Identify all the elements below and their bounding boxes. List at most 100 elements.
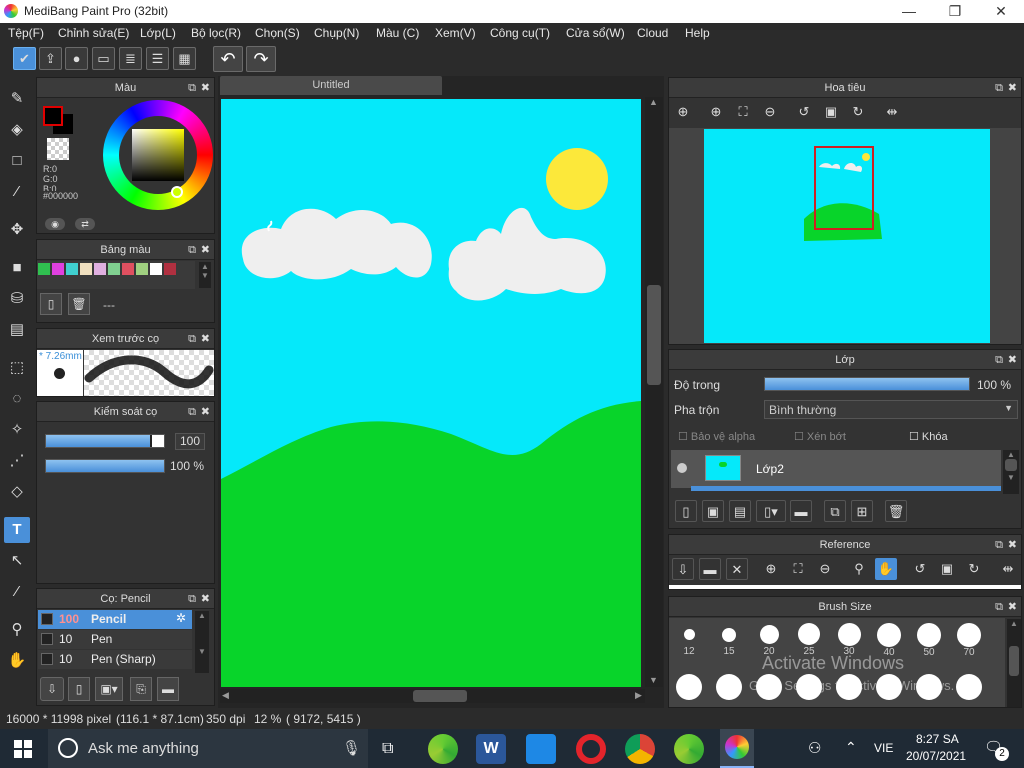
flip-icon[interactable]: ⇹	[881, 101, 903, 123]
vertical-scroll-thumb[interactable]	[647, 285, 661, 385]
windows-start-icon[interactable]	[14, 740, 32, 758]
eye-icon[interactable]	[677, 463, 687, 473]
new-halftone-layer-icon[interactable]: ▣	[702, 500, 724, 522]
brush-size-option[interactable]: 70	[951, 623, 987, 658]
eyedropper-tool-icon[interactable]: ⚲	[4, 617, 30, 643]
brush-size-option[interactable]: 15	[711, 623, 747, 657]
brush-item-pen-sharp[interactable]: 10 Pen (Sharp)	[38, 650, 192, 669]
rotate-left-icon[interactable]: ↺	[793, 101, 815, 123]
fit-icon[interactable]: ⛶	[787, 558, 809, 580]
magic-wand-tool-icon[interactable]: ✧	[4, 417, 30, 443]
brush-size-option[interactable]: 12	[671, 623, 707, 657]
gear-icon[interactable]: ✲	[176, 611, 186, 625]
brush-size-slider[interactable]	[45, 434, 165, 448]
palette-swatch[interactable]	[80, 263, 92, 275]
tab-untitled[interactable]: Untitled	[220, 76, 442, 95]
select-pen-tool-icon[interactable]: ⋰	[4, 448, 30, 474]
brush-tool-icon[interactable]: ✎	[4, 86, 30, 112]
clock-date[interactable]: 20/07/2021	[906, 749, 966, 763]
palette-swatch[interactable]	[52, 263, 64, 275]
menu-filter[interactable]: Bộ lọc(R)	[191, 26, 241, 40]
operation-tool-icon[interactable]: ↖	[4, 548, 30, 574]
actual-size-icon[interactable]: ▣	[936, 558, 958, 580]
brush-item-pencil[interactable]: 100 Pencil ✲	[38, 610, 192, 629]
cloud-download-icon[interactable]: ⇩	[672, 558, 694, 580]
list-icon[interactable]: ☰	[146, 47, 169, 70]
primary-color-swatch[interactable]	[43, 106, 63, 126]
menu-window[interactable]: Cửa sổ(W)	[566, 26, 625, 40]
palette-swatch[interactable]	[108, 263, 120, 275]
redo-button[interactable]: ↷	[246, 46, 276, 72]
actual-size-icon[interactable]: ▣	[820, 101, 842, 123]
drawing-canvas[interactable]	[221, 99, 641, 687]
popout-icon[interactable]: ⧉	[995, 535, 1003, 555]
lock-checkbox[interactable]: ☐ Khóa	[909, 430, 948, 443]
brush-size-input[interactable]: 100	[175, 433, 205, 450]
move-tool-icon[interactable]: ✥	[4, 217, 30, 243]
zoom-in-2-icon[interactable]: ⊕	[705, 101, 727, 123]
select-rect-tool-icon[interactable]: ⬚	[4, 355, 30, 381]
input-language[interactable]: VIE	[874, 741, 893, 755]
maximize-button[interactable]: ❐	[932, 0, 978, 23]
close-icon[interactable]: ✖	[201, 402, 210, 422]
microphone-icon[interactable]: 🎙	[342, 739, 361, 757]
folder-icon[interactable]: ▬	[790, 500, 812, 522]
menu-layer[interactable]: Lớp(L)	[140, 26, 176, 40]
rotate-left-icon[interactable]: ↺	[909, 558, 931, 580]
rotate-right-icon[interactable]: ↻	[847, 101, 869, 123]
select-eraser-tool-icon[interactable]: ◇	[4, 479, 30, 505]
people-icon[interactable]: ⚇	[808, 739, 821, 757]
eyedropper-icon[interactable]: ◉	[45, 218, 65, 230]
rotate-right-icon[interactable]: ↻	[963, 558, 985, 580]
remote-desktop-icon[interactable]	[526, 734, 556, 764]
blend-mode-select[interactable]: Bình thường ▼	[764, 400, 1018, 419]
brush-settings-icon[interactable]: ⎘	[130, 677, 152, 701]
layer-scrollbar[interactable]: ▲ ▼	[1003, 450, 1019, 494]
close-reference-icon[interactable]: ✕	[726, 558, 748, 580]
horizontal-scroll-thumb[interactable]	[413, 690, 467, 702]
chevron-up-icon[interactable]: ⌃	[845, 739, 857, 756]
add-layer-dropdown-icon[interactable]: ▯▾	[756, 500, 786, 522]
menu-file[interactable]: Tệp(F)	[8, 26, 44, 40]
menu-select[interactable]: Chọn(S)	[255, 26, 300, 40]
zoom-out-icon[interactable]: ⊖	[814, 558, 836, 580]
popout-icon[interactable]: ⧉	[188, 402, 196, 422]
menu-edit[interactable]: Chỉnh sửa(E)	[58, 26, 129, 40]
gradient-tool-icon[interactable]: ▤	[4, 317, 30, 343]
saturation-square[interactable]	[132, 129, 184, 181]
canvas-horizontal-scrollbar[interactable]: ◀ ▶	[220, 689, 645, 703]
brush-size-scrollbar[interactable]: ▲	[1007, 619, 1021, 707]
palette-swatch[interactable]	[66, 263, 78, 275]
brush-size-option[interactable]	[711, 674, 747, 700]
popout-icon[interactable]: ⧉	[188, 78, 196, 98]
close-button[interactable]: ✕	[978, 0, 1024, 23]
popout-icon[interactable]: ⧉	[188, 589, 196, 609]
swap-icon[interactable]: ⇄	[75, 218, 95, 230]
brush-size-option[interactable]: 20	[751, 623, 787, 657]
clock-time[interactable]: 8:27 SA	[916, 732, 959, 746]
frame-divide-tool-icon[interactable]: ⁄	[4, 579, 30, 605]
hue-handle[interactable]	[171, 186, 183, 198]
close-icon[interactable]: ✖	[1008, 535, 1017, 555]
brush-size-option[interactable]	[951, 674, 987, 700]
new-layer-icon[interactable]: ▯	[675, 500, 697, 522]
brush-size-option[interactable]: 50	[911, 623, 947, 658]
brush-size-option[interactable]: 25	[791, 623, 827, 657]
eraser-tool-icon[interactable]: ◈	[4, 117, 30, 143]
opera-icon[interactable]	[576, 734, 606, 764]
brush-list-scrollbar[interactable]: ▲ ▼	[195, 611, 209, 673]
new-1bit-layer-icon[interactable]: ▤	[729, 500, 751, 522]
layout-icon[interactable]: ▦	[173, 47, 196, 70]
duplicate-layer-icon[interactable]: ⧉	[824, 500, 846, 522]
word-icon[interactable]: W	[476, 734, 506, 764]
close-icon[interactable]: ✖	[201, 240, 210, 260]
close-icon[interactable]: ✖	[201, 329, 210, 349]
eyedropper-icon[interactable]: ⚲	[848, 558, 870, 580]
brush-opacity-slider[interactable]	[45, 459, 165, 473]
zoom-in-icon[interactable]: ⊕	[760, 558, 782, 580]
palette-swatch[interactable]	[94, 263, 106, 275]
hue-ring[interactable]	[103, 100, 213, 210]
cloud-download-icon[interactable]: ⇩	[40, 677, 64, 701]
medibang-alt-icon[interactable]	[674, 734, 704, 764]
transparent-swatch[interactable]	[47, 138, 69, 160]
